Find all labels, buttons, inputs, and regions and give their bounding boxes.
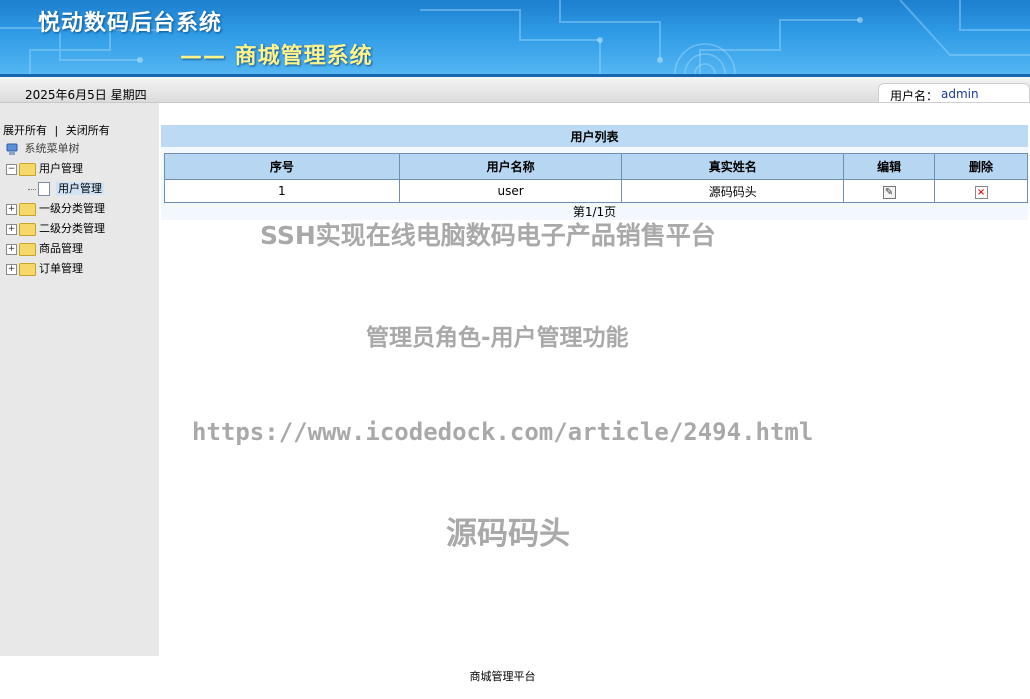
username-value: admin — [941, 87, 979, 101]
col-realname: 真实姓名 — [621, 153, 845, 180]
app-subtitle: —— 商城管理系统 — [180, 44, 373, 69]
cell-realname: 源码码头 — [621, 179, 845, 203]
folder-icon — [19, 202, 36, 216]
edit-icon[interactable]: ✎ — [882, 185, 896, 199]
watermark-subtitle: 管理员角色-用户管理功能 — [366, 325, 629, 351]
header-banner: 悦动数码后台系统 —— 商城管理系统 — [0, 0, 1030, 74]
sidebar: 展开所有 | 关闭所有 系统菜单树 − 用户管理 用户管理 + 一级分类管理 + 二级… — [0, 103, 159, 656]
table-row: 1 user 源码码头 ✎ × — [164, 179, 1028, 203]
folder-icon — [19, 222, 36, 236]
user-list-panel: 用户列表 序号 用户名称 真实姓名 编辑 删除 1 user 源码码头 ✎ × … — [161, 125, 1028, 220]
sidebar-subitem-label: 用户管理 — [56, 182, 104, 195]
app-title: 悦动数码后台系统 — [38, 11, 223, 36]
expand-toggle-icon[interactable]: + — [6, 263, 17, 275]
watermark-url: https://www.icodedock.com/article/2494.h… — [192, 418, 814, 446]
menu-tree: 系统菜单树 − 用户管理 用户管理 + 一级分类管理 + 二级分类管理 + 商品管理 +… — [6, 140, 105, 280]
info-bar: 2025年6月5日 星期四 用户名： admin — [0, 77, 1030, 103]
user-info-box: 用户名： admin — [878, 83, 1030, 103]
folder-open-icon — [19, 162, 36, 176]
current-date: 2025年6月5日 星期四 — [25, 88, 147, 102]
tree-root: 系统菜单树 — [6, 140, 105, 160]
sidebar-item-label: 用户管理 — [39, 162, 83, 175]
col-username: 用户名称 — [398, 153, 623, 180]
expand-all-link[interactable]: 展开所有 — [3, 124, 47, 137]
sidebar-item-category1[interactable]: + 一级分类管理 — [6, 200, 105, 220]
watermark-brand: 源码码头 — [446, 516, 570, 552]
expand-toggle-icon[interactable]: + — [6, 223, 17, 235]
tree-root-label: 系统菜单树 — [24, 142, 80, 155]
sidebar-item-products[interactable]: + 商品管理 — [6, 240, 105, 260]
col-index: 序号 — [164, 153, 400, 180]
footer-text: 商城管理平台 — [469, 670, 536, 683]
link-separator: | — [54, 124, 59, 137]
cell-index: 1 — [164, 179, 400, 203]
user-table: 序号 用户名称 真实姓名 编辑 删除 1 user 源码码头 ✎ × — [164, 153, 1028, 203]
sidebar-subitem-user-mgmt[interactable]: 用户管理 — [6, 180, 105, 200]
username-label: 用户名： — [890, 89, 939, 103]
sidebar-item-user-mgmt[interactable]: − 用户管理 — [6, 160, 105, 180]
expand-toggle-icon[interactable]: + — [6, 203, 17, 215]
sidebar-item-label: 一级分类管理 — [39, 202, 105, 215]
cell-delete: × — [934, 179, 1028, 203]
cell-username: user — [398, 179, 623, 203]
watermark-title: SSH实现在线电脑数码电子产品销售平台 — [260, 221, 716, 250]
tree-links: 展开所有 | 关闭所有 — [3, 122, 110, 138]
folder-icon — [19, 242, 36, 256]
table-header-row: 序号 用户名称 真实姓名 编辑 删除 — [164, 153, 1028, 180]
sidebar-item-label: 订单管理 — [39, 262, 83, 275]
collapse-all-link[interactable]: 关闭所有 — [66, 124, 110, 137]
tree-connector — [28, 188, 36, 190]
cell-edit: ✎ — [843, 179, 936, 203]
sidebar-item-orders[interactable]: + 订单管理 — [6, 260, 105, 280]
col-delete: 删除 — [934, 153, 1028, 180]
expand-toggle-icon[interactable]: + — [6, 243, 17, 255]
main-content: 用户列表 序号 用户名称 真实姓名 编辑 删除 1 user 源码码头 ✎ × … — [159, 103, 1030, 656]
delete-icon[interactable]: × — [974, 185, 988, 199]
sidebar-item-label: 二级分类管理 — [39, 222, 105, 235]
col-edit: 编辑 — [843, 153, 936, 180]
folder-icon — [19, 262, 36, 276]
panel-title: 用户列表 — [161, 125, 1028, 147]
sidebar-item-label: 商品管理 — [39, 242, 83, 255]
page-icon — [38, 182, 50, 196]
sidebar-item-category2[interactable]: + 二级分类管理 — [6, 220, 105, 240]
computer-icon — [6, 143, 18, 155]
collapse-toggle-icon[interactable]: − — [6, 163, 17, 175]
